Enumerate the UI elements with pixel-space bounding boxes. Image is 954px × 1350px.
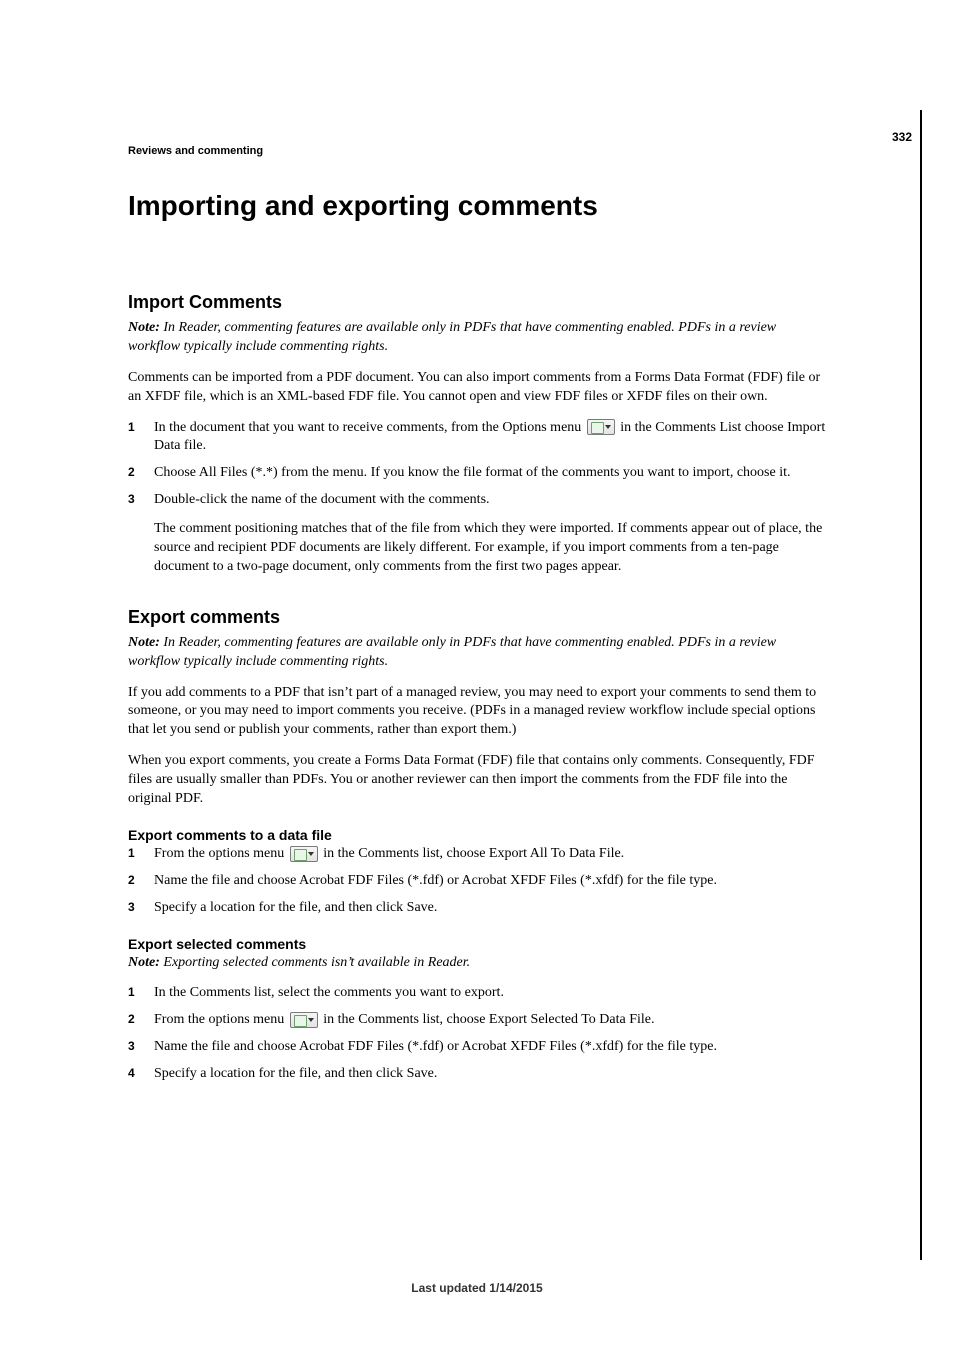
options-menu-icon bbox=[290, 846, 318, 862]
section-import: Import Comments Note: In Reader, comment… bbox=[128, 292, 828, 577]
options-menu-icon bbox=[587, 419, 615, 435]
step-text-post: in the Comments list, choose Export Sele… bbox=[320, 1012, 655, 1027]
step-text: Specify a location for the file, and the… bbox=[154, 900, 437, 915]
step-text: Choose All Files (*.*) from the menu. If… bbox=[154, 465, 791, 480]
step-import-1: In the document that you want to receive… bbox=[128, 419, 828, 457]
breadcrumb: Reviews and commenting bbox=[128, 145, 263, 157]
steps-export-datafile: From the options menu in the Comments li… bbox=[128, 845, 828, 918]
step-export1-3: Specify a location for the file, and the… bbox=[128, 899, 828, 918]
steps-export-selected: In the Comments list, select the comment… bbox=[128, 984, 828, 1084]
step-text: In the Comments list, select the comment… bbox=[154, 985, 504, 1000]
step-import-3: Double-click the name of the document wi… bbox=[128, 491, 828, 577]
note-label: Note: bbox=[128, 635, 160, 650]
footer-last-updated: Last updated 1/14/2015 bbox=[0, 1281, 954, 1295]
step-extra: The comment positioning matches that of … bbox=[154, 520, 828, 577]
note-text: In Reader, commenting features are avail… bbox=[128, 635, 776, 669]
body-import-1: Comments can be imported from a PDF docu… bbox=[128, 369, 828, 407]
step-export2-4: Specify a location for the file, and the… bbox=[128, 1065, 828, 1084]
step-text: Name the file and choose Acrobat FDF Fil… bbox=[154, 1039, 717, 1054]
step-text-pre: From the options menu bbox=[154, 1012, 288, 1027]
page-number: 332 bbox=[892, 130, 912, 144]
step-text-pre: In the document that you want to receive… bbox=[154, 420, 585, 435]
note-label: Note: bbox=[128, 955, 160, 970]
step-export2-2: From the options menu in the Comments li… bbox=[128, 1011, 828, 1030]
page-rule bbox=[920, 110, 922, 1260]
step-import-2: Choose All Files (*.*) from the menu. If… bbox=[128, 464, 828, 483]
content: Importing and exporting comments Import … bbox=[128, 190, 828, 1114]
note-export: Note: In Reader, commenting features are… bbox=[128, 634, 828, 672]
body-export-1: If you add comments to a PDF that isn’t … bbox=[128, 684, 828, 741]
chapter-title: Importing and exporting comments bbox=[128, 190, 828, 222]
step-export1-2: Name the file and choose Acrobat FDF Fil… bbox=[128, 872, 828, 891]
note-import: Note: In Reader, commenting features are… bbox=[128, 319, 828, 357]
step-export2-3: Name the file and choose Acrobat FDF Fil… bbox=[128, 1038, 828, 1057]
step-export1-1: From the options menu in the Comments li… bbox=[128, 845, 828, 864]
heading-import: Import Comments bbox=[128, 292, 828, 313]
steps-import: In the document that you want to receive… bbox=[128, 419, 828, 577]
step-text: Name the file and choose Acrobat FDF Fil… bbox=[154, 873, 717, 888]
options-menu-icon bbox=[290, 1012, 318, 1028]
note-text: In Reader, commenting features are avail… bbox=[128, 320, 776, 354]
step-export2-1: In the Comments list, select the comment… bbox=[128, 984, 828, 1003]
page: 332 Reviews and commenting Importing and… bbox=[0, 0, 954, 1350]
step-text: Specify a location for the file, and the… bbox=[154, 1066, 437, 1081]
step-text-pre: From the options menu bbox=[154, 846, 288, 861]
note-text: Exporting selected comments isn’t availa… bbox=[160, 955, 470, 970]
section-export: Export comments Note: In Reader, comment… bbox=[128, 607, 828, 1084]
body-export-2: When you export comments, you create a F… bbox=[128, 752, 828, 809]
heading-export-datafile: Export comments to a data file bbox=[128, 827, 828, 843]
heading-export: Export comments bbox=[128, 607, 828, 628]
step-text: Double-click the name of the document wi… bbox=[154, 492, 490, 507]
note-label: Note: bbox=[128, 320, 160, 335]
heading-export-selected: Export selected comments bbox=[128, 936, 828, 952]
step-text-post: in the Comments list, choose Export All … bbox=[320, 846, 624, 861]
note-export-selected: Note: Exporting selected comments isn’t … bbox=[128, 954, 828, 973]
